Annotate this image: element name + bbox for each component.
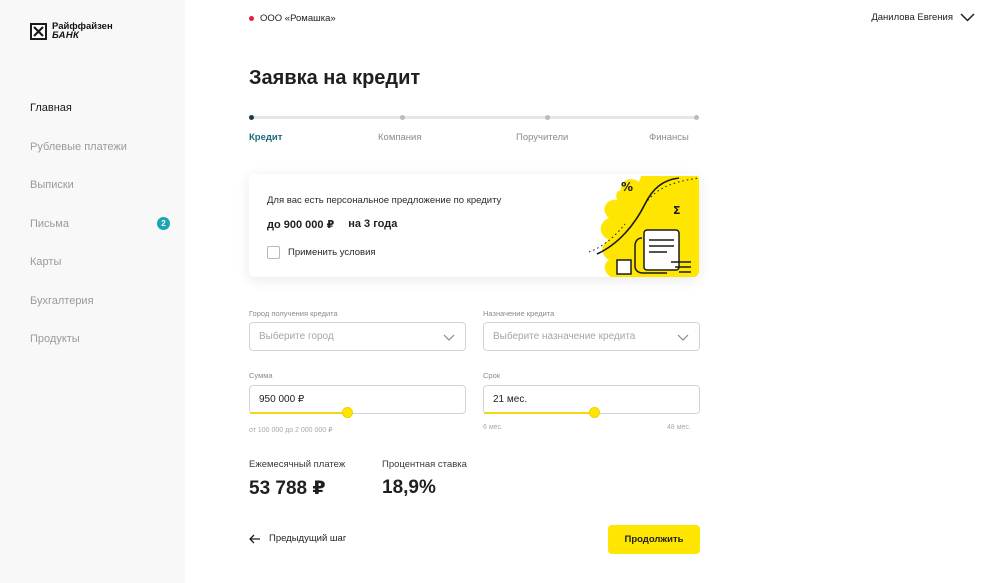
purpose-placeholder: Выберите назначение кредита bbox=[493, 331, 636, 342]
svg-text:Σ: Σ bbox=[673, 204, 681, 217]
offer-terms: до 900 000 ₽ на 3 года bbox=[267, 218, 397, 231]
sidebar-item-label: Главная bbox=[30, 102, 72, 114]
status-dot-icon bbox=[249, 16, 254, 21]
sum-input[interactable]: 950 000 ₽ bbox=[249, 385, 466, 414]
previous-step-label: Предыдущий шаг bbox=[269, 533, 347, 544]
sum-slider-thumb[interactable] bbox=[342, 407, 353, 418]
purpose-label: Назначение кредита bbox=[483, 309, 555, 318]
sum-label: Сумма bbox=[249, 371, 273, 380]
step-label: Финансы bbox=[649, 132, 689, 143]
city-placeholder: Выберите город bbox=[259, 331, 334, 342]
sidebar-item-label: Рублевые платежи bbox=[30, 140, 127, 153]
sidebar-item-letters[interactable]: Письма 2 bbox=[30, 216, 170, 257]
sidebar-item-accounting[interactable]: Бухгалтерия bbox=[30, 295, 170, 334]
sidebar-item-label: Выписки bbox=[30, 179, 74, 191]
chevron-down-icon bbox=[443, 334, 455, 341]
previous-step-button[interactable]: Предыдущий шаг bbox=[249, 533, 346, 544]
organization-selector[interactable]: ООО «Ромашка» bbox=[249, 13, 336, 24]
apply-conditions-label: Применить условия bbox=[288, 247, 376, 258]
sidebar-item-cards[interactable]: Карты bbox=[30, 256, 170, 295]
sum-range-hint: от 100 000 до 2 000 000 ₽ bbox=[249, 427, 333, 434]
sidebar-item-label: Письма bbox=[30, 217, 69, 230]
step-dot bbox=[400, 115, 405, 120]
progress-stepper: Кредит Компания Поручители Финансы bbox=[249, 112, 699, 146]
sidebar-nav: Главная Рублевые платежи Выписки Письма … bbox=[30, 102, 170, 372]
chevron-down-icon bbox=[960, 13, 975, 22]
sum-slider-fill bbox=[250, 412, 347, 414]
sidebar: Райффайзен БАНК Главная Рублевые платежи… bbox=[0, 0, 185, 583]
interest-rate-value: 18,9% bbox=[382, 477, 436, 498]
continue-button[interactable]: Продолжить bbox=[608, 525, 700, 554]
personal-offer-card: Для вас есть персональное предложение по… bbox=[249, 174, 699, 277]
monthly-payment-value: 53 788 ₽ bbox=[249, 478, 326, 499]
user-menu[interactable]: Данилова Евгения bbox=[871, 12, 975, 23]
checkbox-box bbox=[267, 246, 280, 259]
credit-illustration-icon: % Σ bbox=[588, 176, 699, 277]
chevron-down-icon bbox=[677, 334, 689, 341]
sidebar-item-statements[interactable]: Выписки bbox=[30, 179, 170, 218]
sidebar-item-label: Бухгалтерия bbox=[30, 294, 94, 307]
step-dot bbox=[545, 115, 550, 120]
step-dot bbox=[694, 115, 699, 120]
page-title: Заявка на кредит bbox=[249, 67, 421, 89]
organization-name: ООО «Ромашка» bbox=[260, 13, 336, 24]
offer-amount: до 900 000 ₽ bbox=[267, 219, 335, 231]
logo-text: Райффайзен БАНК bbox=[52, 21, 113, 41]
bank-logo[interactable]: Райффайзен БАНК bbox=[30, 22, 113, 40]
logo-mark-icon bbox=[30, 22, 47, 40]
offer-text: Для вас есть персональное предложение по… bbox=[267, 195, 502, 206]
unread-count-badge: 2 bbox=[157, 216, 170, 230]
step-label: Поручители bbox=[516, 132, 569, 143]
term-max-hint: 48 мес. bbox=[667, 424, 691, 431]
apply-conditions-checkbox[interactable]: Применить условия bbox=[267, 246, 376, 259]
step-label: Кредит bbox=[249, 132, 283, 143]
svg-text:%: % bbox=[621, 180, 633, 194]
step-dot bbox=[249, 115, 254, 120]
city-select[interactable]: Выберите город bbox=[249, 322, 466, 351]
term-slider-thumb[interactable] bbox=[589, 407, 600, 418]
step-label: Компания bbox=[378, 132, 422, 143]
city-label: Город получения кредита bbox=[249, 309, 338, 318]
stepper-track bbox=[249, 116, 699, 119]
sidebar-item-products[interactable]: Продукты bbox=[30, 333, 170, 372]
interest-rate-label: Процентная ставка bbox=[382, 459, 467, 470]
continue-label: Продолжить bbox=[624, 534, 684, 545]
term-label: Срок bbox=[483, 371, 501, 380]
term-slider-fill bbox=[484, 412, 594, 414]
term-min-hint: 6 мес. bbox=[483, 424, 503, 431]
monthly-payment-label: Ежемесячный платеж bbox=[249, 459, 346, 470]
sidebar-item-ruble-payments[interactable]: Рублевые платежи bbox=[30, 141, 170, 180]
term-value: 21 мес. bbox=[493, 394, 528, 405]
sidebar-item-label: Карты bbox=[30, 256, 62, 268]
arrow-left-icon bbox=[249, 534, 260, 543]
user-name: Данилова Евгения bbox=[871, 12, 953, 23]
sidebar-item-home[interactable]: Главная bbox=[30, 102, 170, 141]
purpose-select[interactable]: Выберите назначение кредита bbox=[483, 322, 700, 351]
offer-term: на 3 года bbox=[348, 218, 398, 230]
sidebar-item-label: Продукты bbox=[30, 333, 80, 345]
sum-value: 950 000 ₽ bbox=[259, 394, 305, 405]
